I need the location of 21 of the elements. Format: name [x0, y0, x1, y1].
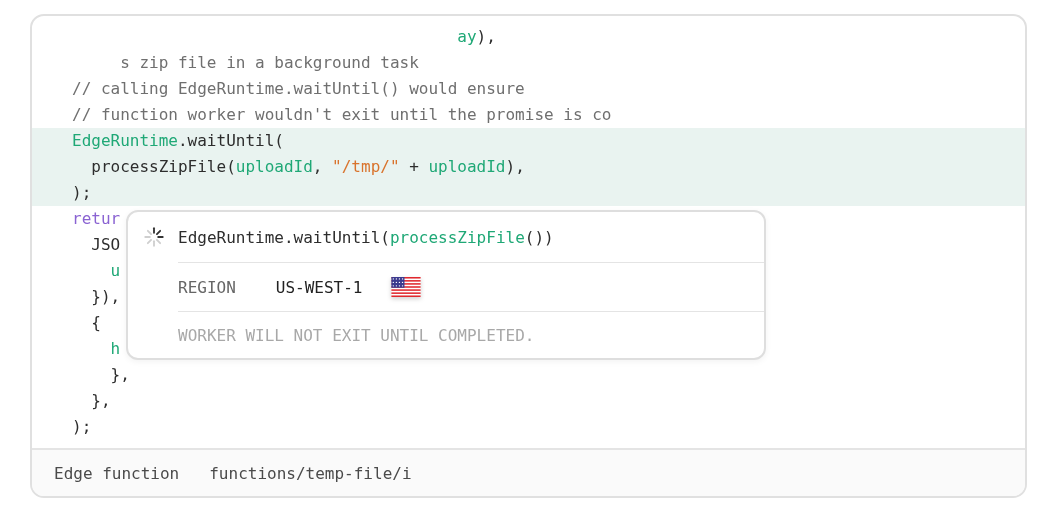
code-line: EdgeRuntime.waitUntil(processZipFile()) [178, 227, 554, 247]
flag-icon [390, 277, 421, 297]
code-line: u [109, 260, 121, 282]
code-line: // calling EdgeRuntime.waitUntil() would ensure [72, 78, 525, 100]
code-line: ay), [456, 26, 496, 48]
code-line: s zip file in a background task [119, 52, 419, 74]
code-line: ); [72, 416, 92, 438]
code-line: retur [72, 208, 121, 230]
code-line: { [90, 312, 101, 334]
code-line: // function worker wouldn't exit until the promise is co [72, 104, 612, 126]
code-line: }), [90, 286, 121, 308]
region-label: REGION [178, 277, 236, 297]
file-path: functions/temp-file/i [209, 463, 412, 483]
code-line: JSO [90, 234, 121, 256]
status-note: WORKER WILL NOT EXIT UNTIL COMPLETED. [178, 325, 535, 345]
code-line: }, [90, 390, 111, 412]
code-line: }, [109, 364, 130, 386]
code-line: h [109, 338, 121, 360]
footer-label: Edge function [54, 463, 180, 483]
spinner-icon [144, 227, 164, 247]
region-value: US-WEST-1 [275, 277, 363, 297]
